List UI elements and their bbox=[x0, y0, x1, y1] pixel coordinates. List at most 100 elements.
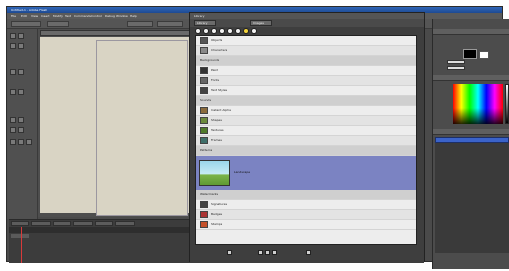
library-item-list: Objects Characters Backgrounds Paint Fon… bbox=[195, 35, 417, 245]
menu-file[interactable]: File bbox=[11, 15, 16, 18]
tab-output[interactable] bbox=[53, 221, 71, 226]
more-filter-icon[interactable] bbox=[251, 28, 257, 34]
item-name: Backgrounds bbox=[200, 59, 220, 62]
list-item[interactable]: Badges bbox=[196, 210, 416, 220]
properties-header[interactable] bbox=[433, 29, 509, 35]
brightness-slider[interactable] bbox=[505, 84, 509, 124]
layers-panel-header[interactable] bbox=[433, 129, 509, 135]
stroke-color-swatch[interactable] bbox=[463, 49, 477, 59]
color-picker-spectrum[interactable] bbox=[453, 84, 503, 124]
list-item[interactable]: Frames bbox=[196, 136, 416, 146]
item-name: Patterns bbox=[200, 149, 213, 152]
menu-text[interactable]: Text bbox=[65, 15, 71, 18]
delete-icon[interactable] bbox=[272, 250, 277, 255]
subselection-tool-icon[interactable] bbox=[18, 33, 24, 39]
tab-components[interactable] bbox=[115, 221, 135, 226]
list-item[interactable]: Signatures bbox=[196, 200, 416, 210]
tab-timeline[interactable] bbox=[11, 221, 29, 226]
text-tool-icon[interactable] bbox=[18, 69, 24, 75]
list-item[interactable]: Textures bbox=[196, 126, 416, 136]
video-filter-icon[interactable] bbox=[235, 28, 241, 34]
tab-images[interactable]: Images bbox=[250, 20, 272, 26]
zoom-tool-icon[interactable] bbox=[26, 139, 32, 145]
tab-compiler-errors[interactable] bbox=[73, 221, 93, 226]
transform-tool-icon[interactable] bbox=[10, 43, 16, 49]
item-name: Watermarks bbox=[200, 193, 219, 196]
new-symbol-icon[interactable] bbox=[227, 250, 232, 255]
item-name: Characters bbox=[211, 49, 228, 52]
symbol-dropdown[interactable] bbox=[127, 21, 153, 27]
item-thumbnail bbox=[200, 77, 208, 84]
list-item[interactable]: Paint bbox=[196, 66, 416, 76]
tab-motion-editor[interactable] bbox=[31, 221, 51, 226]
menu-control[interactable]: Control bbox=[91, 15, 102, 18]
eraser-tool-icon[interactable] bbox=[10, 139, 16, 145]
list-item[interactable]: Text Styles bbox=[196, 86, 416, 96]
menu-help[interactable]: Help bbox=[130, 15, 137, 18]
layer-list bbox=[435, 143, 509, 253]
line-tool-icon[interactable] bbox=[10, 89, 16, 95]
fill-color-swatch[interactable] bbox=[479, 51, 489, 59]
menu-insert[interactable]: Insert bbox=[41, 15, 50, 18]
new-folder-icon[interactable] bbox=[258, 250, 263, 255]
item-name: Instant Alpha bbox=[211, 109, 231, 112]
list-item[interactable]: Watermarks bbox=[196, 190, 416, 200]
color-panel-header[interactable] bbox=[433, 75, 509, 81]
stage-page[interactable] bbox=[96, 40, 188, 216]
window-title: Untitled-1 - Adobe Flash bbox=[11, 8, 48, 12]
eyedropper-tool-icon[interactable] bbox=[18, 127, 24, 133]
workspace-dropdown[interactable] bbox=[11, 21, 41, 27]
pencil-tool-icon[interactable] bbox=[10, 117, 16, 123]
sound-filter-icon[interactable] bbox=[227, 28, 233, 34]
paint-bucket-tool-icon[interactable] bbox=[10, 127, 16, 133]
tab-actions[interactable] bbox=[95, 221, 113, 226]
text-filter-icon[interactable] bbox=[211, 28, 217, 34]
list-item[interactable]: Backgrounds bbox=[196, 56, 416, 66]
item-thumbnail bbox=[200, 201, 208, 208]
list-item[interactable]: Sounds bbox=[196, 96, 416, 106]
menu-edit[interactable]: Edit bbox=[21, 15, 27, 18]
image-filter-icon[interactable] bbox=[243, 28, 249, 34]
width-field[interactable] bbox=[447, 60, 465, 64]
list-item[interactable]: Fonts bbox=[196, 76, 416, 86]
list-item[interactable]: Characters bbox=[196, 46, 416, 56]
tools-panel bbox=[7, 29, 38, 219]
zoom-dropdown[interactable] bbox=[157, 21, 183, 27]
list-item[interactable]: Stamps bbox=[196, 220, 416, 230]
list-item[interactable]: Instant Alpha bbox=[196, 106, 416, 116]
item-name: Frames bbox=[211, 139, 222, 142]
list-item[interactable]: Patterns bbox=[196, 146, 416, 156]
list-item[interactable]: Shapes bbox=[196, 116, 416, 126]
timeline-panel bbox=[9, 219, 204, 263]
shape-filter-icon[interactable] bbox=[195, 28, 201, 34]
document-tab[interactable] bbox=[40, 30, 190, 36]
properties-icon[interactable] bbox=[265, 250, 270, 255]
landscape-thumbnail bbox=[199, 160, 230, 186]
clip-filter-icon[interactable] bbox=[219, 28, 225, 34]
list-item[interactable]: Objects bbox=[196, 36, 416, 46]
playhead-marker[interactable] bbox=[21, 227, 22, 263]
line-filter-icon[interactable] bbox=[203, 28, 209, 34]
tab-library[interactable]: Library bbox=[194, 20, 216, 26]
rectangle-tool-icon[interactable] bbox=[18, 89, 24, 95]
menu-debug[interactable]: Debug bbox=[105, 15, 115, 18]
item-name: Shapes bbox=[211, 119, 222, 122]
menu-window[interactable]: Window bbox=[116, 15, 128, 18]
scene-dropdown[interactable] bbox=[47, 21, 69, 27]
selection-tool-icon[interactable] bbox=[10, 33, 16, 39]
pen-tool-icon[interactable] bbox=[10, 69, 16, 75]
item-thumbnail bbox=[200, 47, 208, 54]
timeline-ruler[interactable] bbox=[9, 227, 204, 233]
height-field[interactable] bbox=[447, 66, 465, 70]
menu-view[interactable]: View bbox=[31, 15, 38, 18]
resize-grip-icon[interactable] bbox=[306, 250, 311, 255]
lasso-tool-icon[interactable] bbox=[18, 43, 24, 49]
brush-tool-icon[interactable] bbox=[18, 117, 24, 123]
item-name: Stamps bbox=[211, 223, 223, 226]
hand-tool-icon[interactable] bbox=[18, 139, 24, 145]
menu-modify[interactable]: Modify bbox=[53, 15, 63, 18]
layer-row[interactable] bbox=[11, 234, 29, 238]
selected-list-item[interactable]: Landscape bbox=[196, 156, 416, 190]
item-thumbnail bbox=[200, 221, 208, 228]
menu-commands[interactable]: Commands bbox=[74, 15, 91, 18]
